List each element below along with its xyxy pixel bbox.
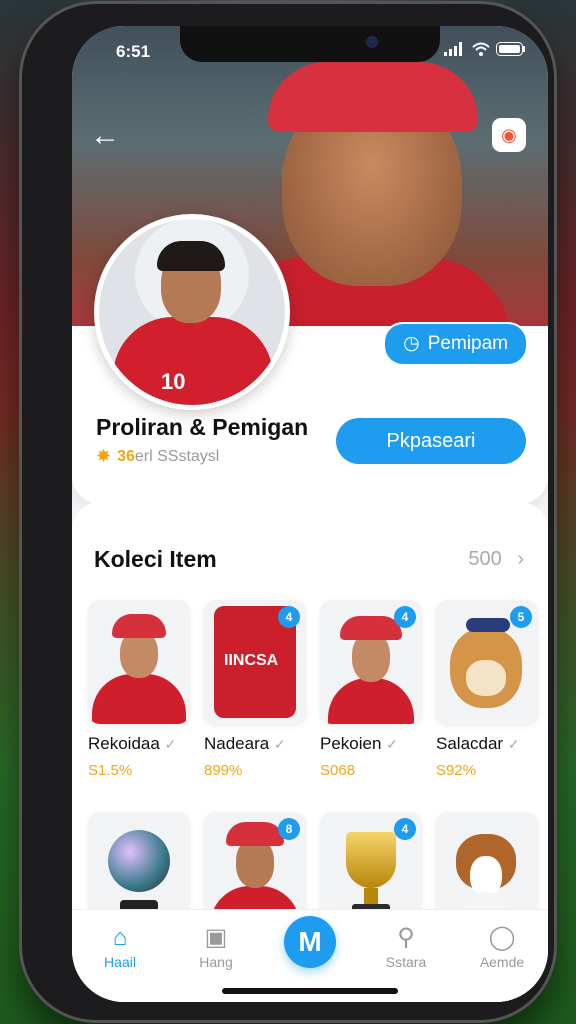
profile-count: 36 [117, 447, 135, 465]
item-tile: 5 [436, 600, 538, 724]
collection-item[interactable]: 4 Pekoien ✓ S068 [320, 600, 422, 779]
screen: 6:51 ← ◉ 10 ◷ Pemipam Proliran & Pemigan… [72, 26, 548, 1002]
nav-search-label: Sstara [385, 954, 427, 970]
wifi-icon [472, 42, 490, 56]
battery-icon [496, 42, 525, 56]
pemipam-label: Pemipam [427, 333, 508, 354]
nav-profile-label: Aemde [479, 954, 525, 970]
hero-cap [268, 62, 478, 132]
avatar-shirt [113, 317, 273, 405]
nav-hang[interactable]: ▣ Hang [176, 922, 256, 970]
home-icon: ⌂ [112, 924, 128, 951]
item-tile [88, 600, 190, 724]
profile-subtitle: ✸ 36 erl SSstaysl [96, 446, 219, 467]
item-price: S068 [320, 762, 356, 779]
item-badge: 4 [394, 818, 416, 840]
nav-home[interactable]: ⌂ Haail [80, 922, 160, 970]
nav-profile[interactable]: ◯ Aemde [462, 922, 542, 970]
item-tile: 4 [320, 600, 422, 724]
collection-item[interactable]: Rekoidaa ✓ S1.5% [88, 600, 190, 779]
item-name: Pekoien [320, 734, 382, 753]
nav-center-button[interactable]: M [284, 916, 336, 968]
collection-item[interactable]: IINCSA 4 Nadeara ✓ 899% [204, 600, 306, 779]
verified-icon: ✓ [164, 736, 177, 752]
wallet-icon: ▣ [204, 924, 228, 951]
item-badge: 4 [394, 606, 416, 628]
item-badge: 5 [510, 606, 532, 628]
trophy-icon [346, 832, 396, 888]
collection-title: Koleci Item [94, 546, 217, 572]
item-price: S1.5% [88, 762, 133, 779]
camera-icon[interactable]: ◉ [492, 118, 526, 152]
item-name: Nadeara [204, 734, 270, 753]
profile-sub-text: erl SSstaysl [134, 447, 220, 465]
avatar-hair [157, 241, 225, 271]
search-icon: ⚲ [397, 924, 415, 951]
collection-item[interactable]: 5 Salacdar ✓ S92% [436, 600, 538, 779]
avatar-jersey-number: 10 [161, 369, 186, 394]
notch [180, 26, 440, 62]
item-name: Salacdar [436, 734, 504, 753]
camera-dot [366, 36, 378, 48]
collection-count[interactable]: 500 › [468, 548, 524, 571]
verified-icon: ✓ [386, 736, 398, 752]
jersey-text: IINCSA [224, 652, 279, 669]
timer-icon: ◷ [403, 333, 420, 354]
status-icons [444, 42, 526, 56]
sun-icon: ✸ [96, 446, 112, 466]
home-indicator [222, 988, 398, 994]
nav-hang-label: Hang [199, 954, 233, 970]
item-name: Rekoidaa [88, 734, 160, 753]
user-icon: ◯ [488, 924, 516, 951]
avatar[interactable]: 10 [94, 214, 290, 410]
signal-icon [444, 42, 462, 56]
item-badge: 4 [278, 606, 300, 628]
status-time: 6:51 [116, 42, 151, 61]
back-arrow-icon[interactable]: ← [90, 118, 126, 154]
verified-icon: ✓ [507, 736, 520, 752]
verified-icon: ✓ [273, 736, 286, 752]
collection-count-value: 500 [468, 548, 502, 570]
profile-name: Proliran & Pemigan [96, 414, 309, 440]
pemipam-button[interactable]: ◷ Pemipam [383, 322, 528, 366]
phone-frame: 6:51 ← ◉ 10 ◷ Pemipam Proliran & Pemigan… [22, 4, 554, 1020]
chevron-right-icon: › [517, 548, 524, 570]
item-price: S92% [436, 762, 477, 779]
item-badge: 8 [278, 818, 300, 840]
item-price: 899% [204, 762, 243, 779]
nav-search[interactable]: ⚲ Sstara [366, 922, 446, 970]
item-tile: IINCSA 4 [204, 600, 306, 724]
pkpaseari-button[interactable]: Pkpaseari [336, 418, 526, 464]
nav-home-label: Haail [104, 954, 136, 970]
